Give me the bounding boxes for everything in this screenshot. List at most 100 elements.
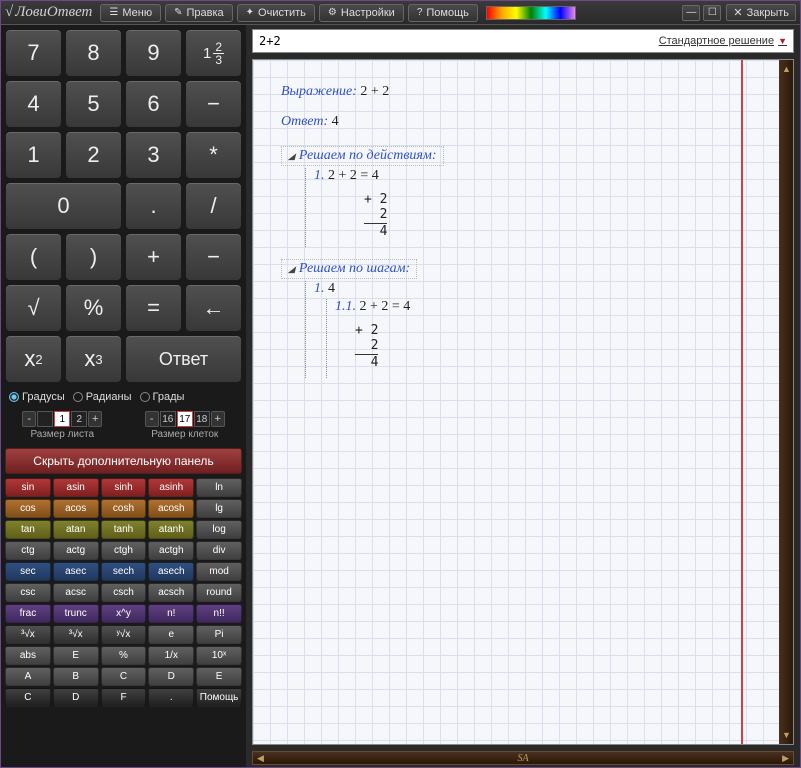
- hide-panel-button[interactable]: Скрыть дополнительную панель: [5, 448, 242, 474]
- func-sin[interactable]: sin: [5, 478, 51, 497]
- func-cos[interactable]: cos: [5, 499, 51, 518]
- key-0[interactable]: 0: [5, 182, 122, 230]
- key-9[interactable]: 9: [125, 29, 182, 77]
- func-acosh[interactable]: acosh: [148, 499, 194, 518]
- key-plus[interactable]: +: [125, 233, 182, 281]
- func-ln[interactable]: ln: [196, 478, 242, 497]
- func-csch[interactable]: csch: [101, 583, 147, 602]
- by-steps-header[interactable]: ◢Решаем по шагам:: [281, 259, 417, 279]
- key-rparen[interactable]: ): [65, 233, 122, 281]
- radio-radians[interactable]: Радианы: [73, 391, 132, 403]
- sheet-val-1[interactable]: 1: [54, 411, 70, 427]
- func-xy[interactable]: x^y: [101, 604, 147, 623]
- close-button[interactable]: ✕Закрыть: [726, 4, 796, 21]
- func-F[interactable]: F: [101, 688, 147, 707]
- func-cosh[interactable]: cosh: [101, 499, 147, 518]
- cell-dec[interactable]: -: [145, 411, 159, 427]
- func-ctgh[interactable]: ctgh: [101, 541, 147, 560]
- expression-input[interactable]: [259, 34, 659, 48]
- func-abs[interactable]: abs: [5, 646, 51, 665]
- cell-val-1[interactable]: 17: [177, 411, 193, 427]
- func-tanh[interactable]: tanh: [101, 520, 147, 539]
- radio-degrees[interactable]: Градусы: [9, 391, 65, 403]
- cell-val-2[interactable]: 18: [194, 411, 210, 427]
- func-tan[interactable]: tan: [5, 520, 51, 539]
- func-sec[interactable]: sec: [5, 562, 51, 581]
- key-5[interactable]: 5: [65, 80, 122, 128]
- func-D[interactable]: D: [148, 667, 194, 686]
- key-1[interactable]: 1: [5, 131, 62, 179]
- key-sqrt[interactable]: √: [5, 284, 62, 332]
- func-acos[interactable]: acos: [53, 499, 99, 518]
- func-div[interactable]: div: [196, 541, 242, 560]
- func-asec[interactable]: asec: [53, 562, 99, 581]
- func-actg[interactable]: actg: [53, 541, 99, 560]
- key-x3[interactable]: x3: [65, 335, 122, 383]
- cell-inc[interactable]: +: [211, 411, 225, 427]
- func-10[interactable]: 10ˣ: [196, 646, 242, 665]
- help-button[interactable]: ?Помощь: [408, 4, 478, 22]
- func-A[interactable]: A: [5, 667, 51, 686]
- func-asin[interactable]: asin: [53, 478, 99, 497]
- key-3[interactable]: 3: [125, 131, 182, 179]
- key-4[interactable]: 4: [5, 80, 62, 128]
- func-trunc[interactable]: trunc: [53, 604, 99, 623]
- func-sech[interactable]: sech: [101, 562, 147, 581]
- radio-grads[interactable]: Грады: [140, 391, 185, 403]
- func-frac[interactable]: frac: [5, 604, 51, 623]
- key-neg[interactable]: −: [185, 233, 242, 281]
- func-asinh[interactable]: asinh: [148, 478, 194, 497]
- key-equals[interactable]: =: [125, 284, 182, 332]
- func-round[interactable]: round: [196, 583, 242, 602]
- func-actgh[interactable]: actgh: [148, 541, 194, 560]
- func-log[interactable]: log: [196, 520, 242, 539]
- func-atan[interactable]: atan: [53, 520, 99, 539]
- func-C[interactable]: C: [5, 688, 51, 707]
- func-e[interactable]: e: [148, 625, 194, 644]
- key-divide[interactable]: /: [185, 182, 242, 230]
- horizontal-scrollbar[interactable]: ◀ SA ▶: [252, 751, 794, 765]
- key-6[interactable]: 6: [125, 80, 182, 128]
- edit-button[interactable]: ✎Правка: [165, 4, 233, 22]
- vertical-scrollbar[interactable]: ▲ ▼: [779, 60, 793, 744]
- solution-type-select[interactable]: Стандартное решение ▼: [659, 35, 787, 47]
- key-fraction[interactable]: 1 23: [185, 29, 242, 77]
- settings-button[interactable]: ⚙Настройки: [319, 4, 404, 22]
- maximize-button[interactable]: ☐: [703, 5, 721, 21]
- func-E[interactable]: E: [53, 646, 99, 665]
- key-dot[interactable]: .: [125, 182, 182, 230]
- key-minus[interactable]: −: [185, 80, 242, 128]
- func-[interactable]: Помощь: [196, 688, 242, 707]
- sheet-dec[interactable]: -: [22, 411, 36, 427]
- cell-val-0[interactable]: 16: [160, 411, 176, 427]
- func-x[interactable]: ʸ√x: [101, 625, 147, 644]
- by-actions-header[interactable]: ◢Решаем по действиям:: [281, 146, 444, 166]
- func-mod[interactable]: mod: [196, 562, 242, 581]
- func-[interactable]: .: [148, 688, 194, 707]
- func-D[interactable]: D: [53, 688, 99, 707]
- func-[interactable]: %: [101, 646, 147, 665]
- func-n[interactable]: n!: [148, 604, 194, 623]
- sheet-val-0[interactable]: [37, 411, 53, 427]
- key-answer[interactable]: Ответ: [125, 335, 242, 383]
- key-7[interactable]: 7: [5, 29, 62, 77]
- sheet-inc[interactable]: +: [88, 411, 102, 427]
- func-Pi[interactable]: Pi: [196, 625, 242, 644]
- func-asech[interactable]: asech: [148, 562, 194, 581]
- func-ctg[interactable]: ctg: [5, 541, 51, 560]
- key-lparen[interactable]: (: [5, 233, 62, 281]
- sheet-val-2[interactable]: 2: [71, 411, 87, 427]
- func-E[interactable]: E: [196, 667, 242, 686]
- clear-button[interactable]: ✦Очистить: [237, 4, 315, 22]
- key-8[interactable]: 8: [65, 29, 122, 77]
- key-2[interactable]: 2: [65, 131, 122, 179]
- func-C[interactable]: C: [101, 667, 147, 686]
- key-multiply[interactable]: *: [185, 131, 242, 179]
- key-x2[interactable]: x2: [5, 335, 62, 383]
- func-n[interactable]: n!!: [196, 604, 242, 623]
- func-B[interactable]: B: [53, 667, 99, 686]
- func-1x[interactable]: 1/x: [148, 646, 194, 665]
- func-acsch[interactable]: acsch: [148, 583, 194, 602]
- func-lg[interactable]: lg: [196, 499, 242, 518]
- menu-button[interactable]: ☰Меню: [100, 4, 161, 22]
